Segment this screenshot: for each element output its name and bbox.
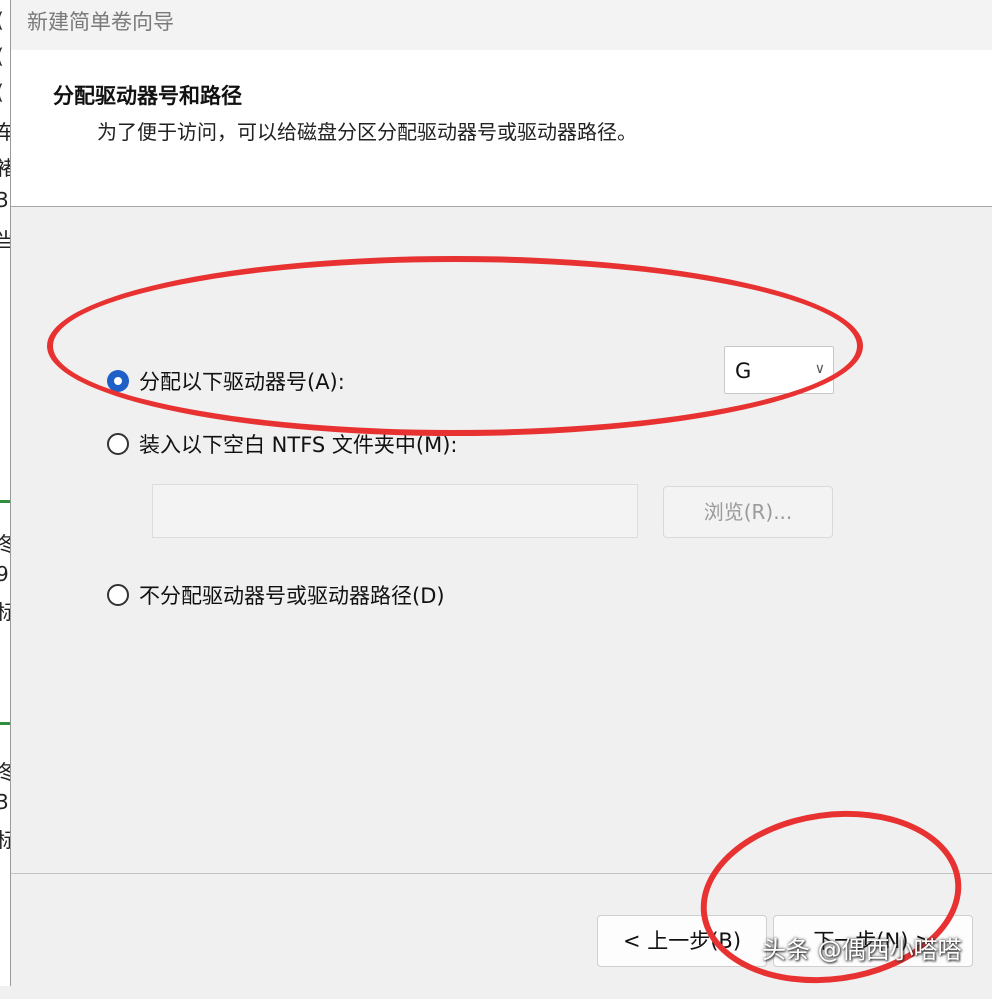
browse-button[interactable]: 浏览(R)... [663,486,833,538]
mount-folder-radio[interactable] [107,433,129,455]
no-assign-radio[interactable] [107,584,129,606]
background-glyph: ( [0,80,4,104]
background-glyph: 冬 [0,756,10,785]
wizard-header: 分配驱动器号和路径 为了便于访问，可以给磁盘分区分配驱动器号或驱动器路径。 [11,50,992,207]
drive-letter-value: G [735,359,752,383]
background-glyph: ( [0,8,4,32]
title-bar[interactable]: 新建简单卷向导 [11,0,992,50]
mount-folder-label: 装入以下空白 NTFS 文件夹中(M): [139,433,458,457]
background-glyph: ( [0,44,4,68]
background-glyph: 标 [0,824,10,853]
drive-letter-select[interactable]: G ∨ [724,346,834,394]
back-button[interactable]: < 上一步(B) [597,915,767,967]
assign-letter-label: 分配以下驱动器号(A): [139,370,345,394]
folder-path-input[interactable] [152,484,638,538]
new-simple-volume-wizard: 新建简单卷向导 分配驱动器号和路径 为了便于访问，可以给磁盘分区分配驱动器号或驱… [11,0,992,986]
chevron-down-icon: ∨ [814,361,825,377]
background-window-edge: ( ( ( 车 褚 3 当 冬 9 标 冬 3 标 [0,0,11,986]
background-glyph: 标 [0,596,10,625]
background-divider [0,722,10,725]
assign-letter-option[interactable]: 分配以下驱动器号(A): [107,366,345,396]
background-glyph: 3 [0,790,9,814]
background-glyph: 3 [0,188,9,212]
background-glyph: 9 [0,562,9,586]
window-title: 新建简单卷向导 [27,10,174,34]
footer-divider [11,873,992,874]
no-assign-label: 不分配驱动器号或驱动器路径(D) [139,584,445,608]
mount-folder-option[interactable]: 装入以下空白 NTFS 文件夹中(M): [107,429,458,459]
watermark: 头条 @偶西小嗒嗒 [762,936,962,964]
no-assign-option[interactable]: 不分配驱动器号或驱动器路径(D) [107,580,445,610]
page-subtitle: 为了便于访问，可以给磁盘分区分配驱动器号或驱动器路径。 [97,120,637,144]
background-glyph: 当 [0,224,10,253]
background-glyph: 冬 [0,528,10,557]
background-divider [0,500,10,503]
page-title: 分配驱动器号和路径 [53,84,242,108]
background-glyph: 车 [0,116,10,145]
assign-letter-radio[interactable] [107,370,129,392]
background-glyph: 褚 [0,152,10,181]
